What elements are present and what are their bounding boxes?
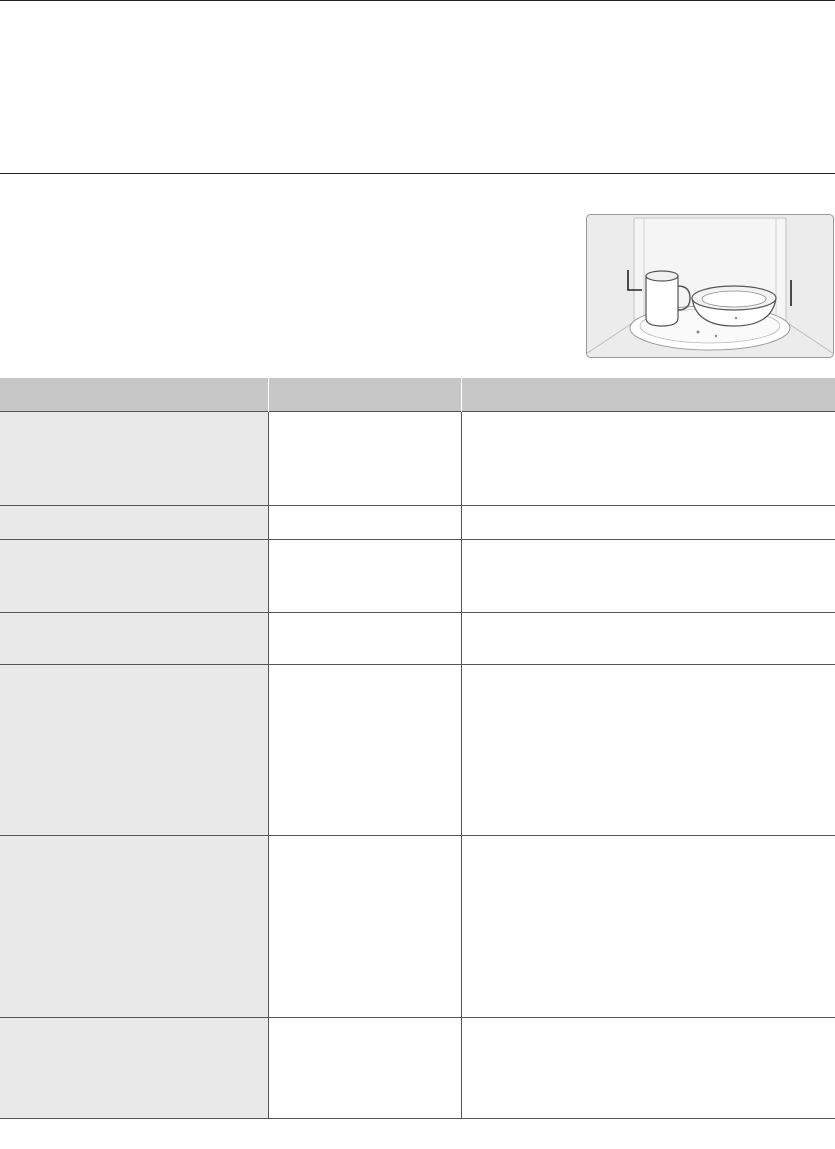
- table-row: [0, 835, 835, 1018]
- table-row: [0, 505, 835, 540]
- reheating-guide-table: [0, 378, 835, 1119]
- column-header-food: [0, 378, 269, 412]
- table-cell: [461, 612, 835, 665]
- table-cell: [0, 835, 269, 1018]
- table-cell: [0, 664, 269, 836]
- column-header-power-time: [268, 378, 462, 412]
- table-cell: [268, 1017, 462, 1119]
- table-cell: [0, 505, 269, 540]
- table-cell: [461, 1017, 835, 1119]
- table-cell: [0, 539, 269, 613]
- microwave-cup-bowl-illustration: [585, 214, 835, 358]
- table-cell: [461, 664, 835, 836]
- table-row: [0, 539, 835, 613]
- table-cell: [461, 835, 835, 1018]
- table-row: [0, 612, 835, 665]
- table-row: [0, 1017, 835, 1119]
- table-cell: [268, 612, 462, 665]
- table-cell: [268, 411, 462, 506]
- table-row: [0, 411, 835, 506]
- table-cell: [268, 664, 462, 836]
- table-cell: [268, 505, 462, 540]
- table-cell: [268, 835, 462, 1018]
- section-divider: [0, 173, 835, 174]
- column-header-instructions: [461, 378, 835, 412]
- table-cell: [0, 612, 269, 665]
- table-cell: [461, 411, 835, 506]
- table-cell: [461, 505, 835, 540]
- top-divider: [0, 0, 835, 1]
- table-header-row: [0, 378, 835, 412]
- table-cell: [268, 539, 462, 613]
- table-row: [0, 664, 835, 836]
- table-cell: [0, 1017, 269, 1119]
- table-cell: [0, 411, 269, 506]
- table-cell: [461, 539, 835, 613]
